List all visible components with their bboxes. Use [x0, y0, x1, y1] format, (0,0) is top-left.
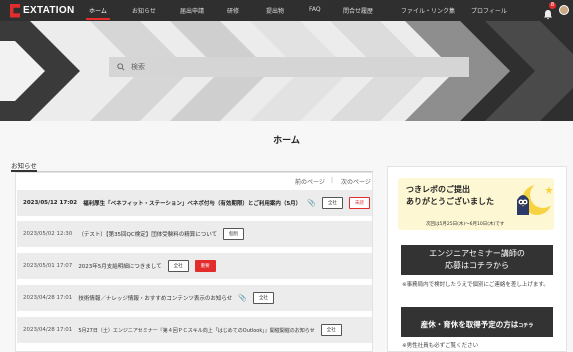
banner-main-text: 産休・育休を取得予定の方は — [420, 320, 519, 329]
nav-item-files-links[interactable]: ファイル・リンク集 — [401, 6, 455, 15]
nav-item-submissions[interactable]: 提出物 — [266, 6, 284, 15]
tag-important: 重要 — [194, 260, 216, 272]
notice-row[interactable]: 2023/05/01 17:07 2023年5月支給明細につきまして 全社 重要 — [17, 253, 372, 279]
nav-item-profile[interactable]: プロフィール — [471, 6, 507, 15]
maternity-leave-banner[interactable]: 産休・育休を取得予定の方はコチラ — [401, 307, 553, 337]
notice-datetime: 2023/05/12 17:02 — [23, 200, 78, 206]
logo-mark-icon — [10, 3, 20, 18]
owl-moon-illustration — [517, 182, 553, 215]
tag-company-wide: 全社 — [320, 324, 342, 336]
note-text: ※男性社員も必ずご覧ください — [402, 343, 479, 349]
attachment-icon: 📎 — [238, 294, 247, 302]
tag-company-wide: 全社 — [321, 197, 343, 209]
nav-item-home[interactable]: ホーム — [86, 6, 110, 20]
tab-notices[interactable]: お知らせ — [11, 160, 37, 170]
next-period-date: 次回は5月25日(木)～6月10日(木)です — [426, 222, 505, 227]
tag-company-wide: 全社 — [167, 260, 189, 272]
report-thanks-banner[interactable]: つきレポのご提出 ありがとうございました 次回は5月25日(木)～6月10日(木… — [398, 178, 554, 230]
banner-line-1: エンジニアセミナー講師の — [429, 249, 525, 258]
attachment-icon: 📎 — [307, 199, 316, 207]
hero-banner: 検索 — [0, 21, 573, 121]
user-avatar[interactable] — [559, 5, 569, 15]
search-input[interactable]: 検索 — [109, 57, 469, 77]
notification-bell-icon[interactable]: 8 — [543, 2, 556, 20]
notice-row[interactable]: 2023/05/02 12:30 （テスト）【第35回QC検定】団体受験料の精算… — [17, 221, 372, 247]
notice-title: 福利厚生「ベネフィット・ステーション」ベネポ付与（有効期限）とご利用案内（5月） — [83, 201, 302, 207]
notice-title: 技術情報／ナレッジ情報・おすすめコンテンツ表示のお知らせ — [78, 296, 233, 302]
tag-company-wide: 全社 — [252, 292, 274, 304]
notice-datetime: 2023/05/01 17:07 — [23, 263, 73, 269]
banner-line-2: 応募はコチラから — [445, 261, 509, 270]
nav-item-inquiry-history[interactable]: 問合せ履歴 — [343, 6, 373, 15]
tag-individual: 個別 — [223, 228, 245, 240]
banner-line-1: つきレポのご提出 — [406, 185, 470, 194]
nav-item-training[interactable]: 研修 — [227, 6, 239, 15]
nav-item-notices[interactable]: お知らせ — [132, 6, 156, 15]
notice-title: 5月27日（土）エンジニアセミナー『第４回ＰＣスキル向上「はじめてのOutloo… — [78, 327, 315, 334]
notice-datetime: 2023/05/02 12:30 — [23, 231, 73, 237]
page-title: ホーム — [273, 136, 300, 146]
tag-unread: 未読 — [348, 197, 370, 209]
search-icon — [117, 63, 125, 71]
logo-text: EXTATION — [23, 5, 75, 16]
notice-title: （テスト）【第35回QC検定】団体受験料の精算について — [78, 232, 218, 238]
notice-row[interactable]: 2023/05/12 17:02 福利厚生「ベネフィット・ステーション」ベネポ付… — [17, 190, 372, 216]
next-page-link[interactable]: 次のページ — [341, 177, 371, 186]
search-placeholder: 検索 — [131, 63, 145, 71]
nav-item-applications[interactable]: 届出申請 — [180, 6, 204, 15]
seminar-instructor-banner[interactable]: エンジニアセミナー講師の 応募はコチラから — [401, 245, 553, 275]
extation-logo[interactable]: EXTATION — [10, 3, 74, 18]
notice-datetime: 2023/04/28 17:01 — [23, 295, 73, 301]
prev-page-link[interactable]: 前のページ — [295, 177, 325, 186]
banner-line-2: ありがとうございました — [406, 197, 494, 206]
notice-title: 2023年5月支給明細につきまして — [78, 264, 162, 270]
notice-datetime: 2023/04/28 17:01 — [23, 327, 73, 333]
notification-count-badge: 8 — [549, 2, 556, 9]
nav-item-faq[interactable]: FAQ — [309, 6, 321, 13]
banner-small-text: コチラ — [518, 323, 534, 329]
top-navigation-bar: EXTATION ホーム お知らせ 届出申請 研修 提出物 FAQ 問合せ履歴 … — [0, 0, 573, 21]
notice-row[interactable]: 2023/04/28 17:01 5月27日（土）エンジニアセミナー『第４回ＰＣ… — [17, 317, 372, 343]
notice-row[interactable]: 2023/04/28 17:01 技術情報／ナレッジ情報・おすすめコンテンツ表示… — [17, 285, 372, 311]
note-text: ※事務局内で検討したうえで個別にご連絡を差し上げます。 — [402, 282, 549, 288]
pager-separator: | — [331, 177, 334, 184]
